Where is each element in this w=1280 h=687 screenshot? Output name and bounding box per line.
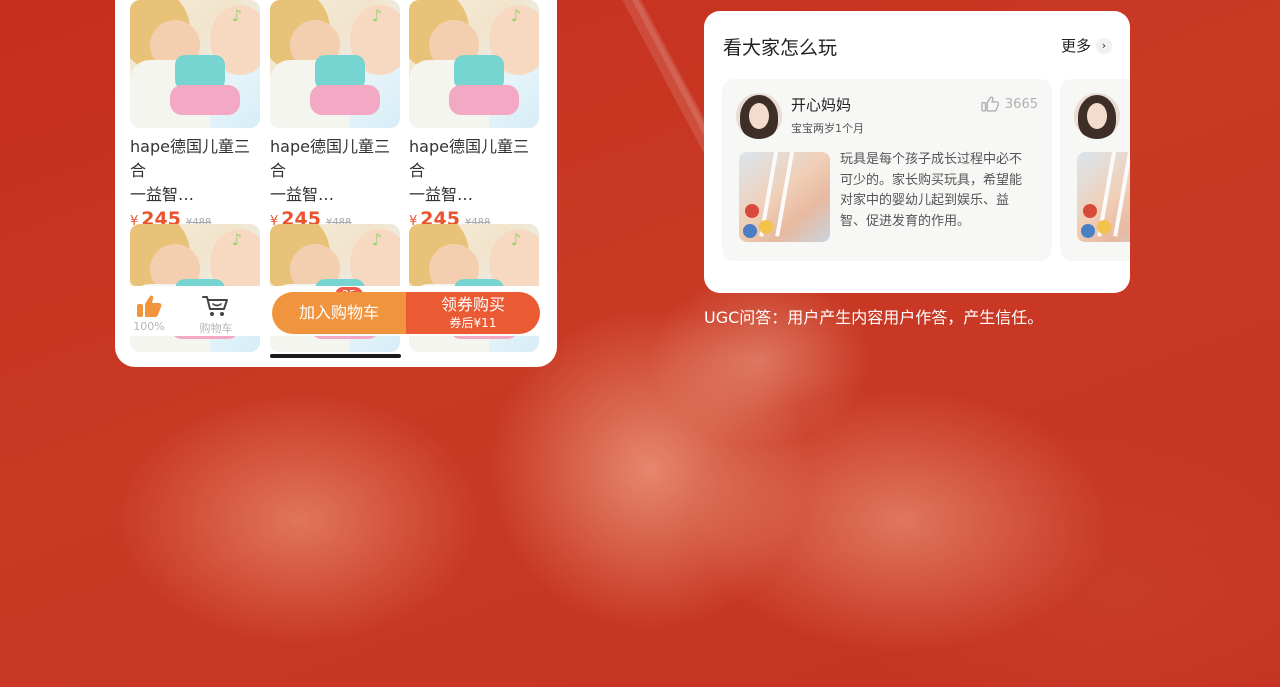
product-name: hape德国儿童三合 一益智… — [130, 137, 250, 204]
user-subtitle: 宝宝两岁1个月 — [791, 122, 864, 135]
post-text: 玩具是每个孩子成长过程中必不 可少的。家长购买玩具，希望能 对家中的婴幼儿起到娱… — [840, 152, 1023, 229]
cart-icon — [201, 294, 231, 318]
ugc-post[interactable]: 开心妈妈 宝宝两岁1个月 3665 玩具是每个孩子成长过程中必不 可少的。家长购… — [722, 79, 1052, 261]
like-button[interactable]: 100% — [124, 294, 174, 333]
coupon-buy-button[interactable]: 领券购买 券后¥11 — [406, 292, 540, 334]
ugc-card: 看大家怎么玩 更多 › 开心妈妈 宝宝两岁1个月 3665 玩具是每个孩子成长过… — [704, 11, 1130, 293]
post-image — [1077, 152, 1130, 242]
product-image: ♪ — [130, 0, 260, 128]
post-image — [739, 152, 830, 242]
product-image: ♪ — [409, 0, 539, 128]
bottom-action-bar: 100% 购物车 25 加入购物车 领券购买 券后¥11 — [115, 286, 557, 336]
ugc-post[interactable] — [1060, 79, 1130, 261]
chevron-right-icon: › — [1096, 37, 1112, 54]
product-card[interactable]: ♪ hape德国儿童三合 一益智… ¥245 ¥488 — [270, 0, 400, 230]
avatar — [736, 93, 782, 139]
caption-text: UGC问答：用户产生内容用户作答，产生信任。 — [704, 308, 1044, 327]
product-image: ♪ — [270, 0, 400, 128]
product-card[interactable]: ♪ hape德国儿童三合 一益智… ¥245 ¥488 — [130, 0, 260, 230]
thumbs-up-icon — [981, 96, 999, 112]
avatar — [1074, 93, 1120, 139]
add-to-cart-button[interactable]: 加入购物车 — [272, 292, 406, 334]
phone-mockup: ♪ hape德国儿童三合 一益智… ¥245 ¥488 ♪ hape德国儿童三合 一益… — [115, 0, 557, 367]
product-name: hape德国儿童三合 一益智… — [409, 137, 529, 204]
cart-button[interactable]: 购物车 — [191, 294, 241, 336]
like-count[interactable]: 3665 — [981, 95, 1038, 113]
card-title: 看大家怎么玩 — [723, 37, 838, 59]
home-indicator — [270, 354, 401, 358]
more-link[interactable]: 更多 › — [1061, 35, 1112, 56]
product-card[interactable]: ♪ hape德国儿童三合 一益智… ¥245 ¥488 — [409, 0, 539, 230]
product-name: hape德国儿童三合 一益智… — [270, 137, 390, 204]
cart-label: 购物车 — [199, 322, 233, 335]
user-name: 开心妈妈 — [791, 96, 852, 114]
thumbs-up-icon — [136, 294, 162, 318]
like-label: 100% — [133, 320, 165, 333]
buy-subtitle: 券后¥11 — [449, 316, 497, 330]
buy-label: 领券购买 — [440, 295, 505, 314]
